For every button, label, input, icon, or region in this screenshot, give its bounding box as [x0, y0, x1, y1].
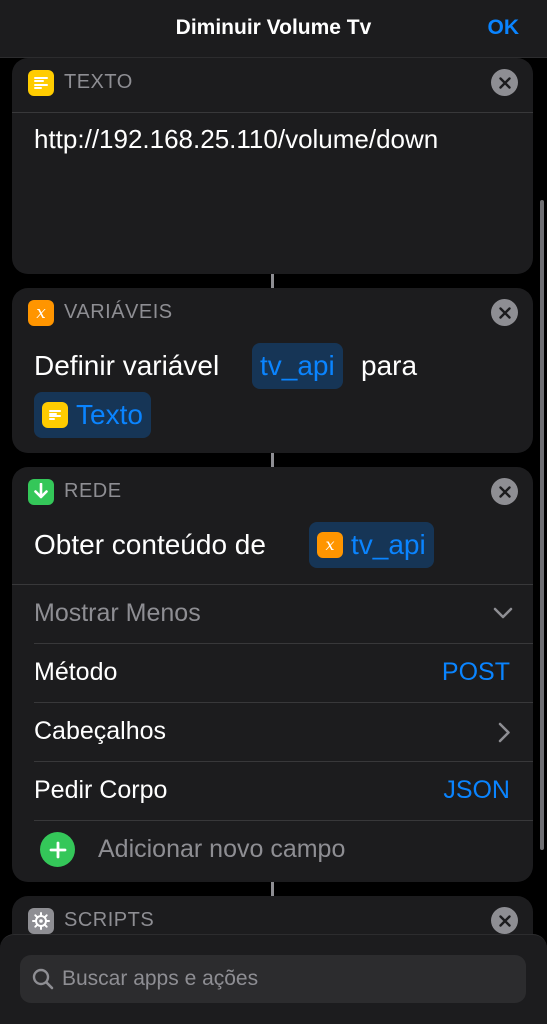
add-field-label: Adicionar novo campo — [98, 835, 346, 863]
shortcut-title[interactable]: Diminuir Volume Tv — [0, 16, 547, 40]
close-icon — [498, 914, 511, 927]
method-label: Método — [34, 658, 118, 686]
action-search-sheet — [0, 934, 547, 1024]
variable-action-card[interactable]: x VARIÁVEIS Definir variável tv_api para… — [12, 288, 533, 453]
show-less-row[interactable]: Mostrar Menos — [12, 585, 533, 643]
headers-row[interactable]: Cabeçalhos — [12, 703, 533, 761]
close-icon — [498, 76, 511, 89]
chevron-down-icon — [493, 607, 513, 619]
text-lines-icon — [28, 70, 54, 96]
search-field[interactable] — [20, 955, 526, 1003]
category-label: VARIÁVEIS — [64, 301, 173, 323]
variable-x-icon: x — [317, 532, 343, 558]
remove-action-button[interactable] — [491, 299, 518, 326]
add-field-row[interactable]: Adicionar novo campo — [12, 821, 533, 879]
request-body-row[interactable]: Pedir Corpo JSON — [12, 762, 533, 820]
text-action-card[interactable]: TEXTO http://192.168.25.110/volume/down — [12, 58, 533, 274]
text-magic-variable-token[interactable]: Texto — [34, 392, 151, 438]
action-connector — [271, 453, 274, 467]
token-label: Texto — [76, 399, 143, 430]
method-row[interactable]: Método POST — [12, 644, 533, 702]
gear-icon — [28, 908, 54, 934]
remove-action-button[interactable] — [491, 907, 518, 934]
add-field-button[interactable] — [40, 832, 75, 867]
for-label: para — [361, 350, 418, 381]
close-icon — [498, 485, 511, 498]
navigation-bar: Diminuir Volume Tv OK — [0, 0, 547, 58]
chevron-right-icon — [498, 722, 510, 743]
divider — [12, 112, 533, 113]
variable-x-icon: x — [28, 300, 54, 326]
request-body-label: Pedir Corpo — [34, 776, 168, 804]
variable-name-token[interactable]: tv_api — [252, 343, 343, 389]
action-list[interactable]: TEXTO http://192.168.25.110/volume/down … — [0, 58, 547, 934]
headers-label: Cabeçalhos — [34, 717, 167, 745]
variable-name: tv_api — [260, 350, 335, 381]
remove-action-button[interactable] — [491, 478, 518, 505]
variable-token[interactable]: x tv_api — [309, 522, 434, 568]
method-value[interactable]: POST — [442, 658, 510, 687]
search-input[interactable] — [62, 955, 512, 1003]
network-action-card[interactable]: REDE Obter conteúdo de x tv_api Mostrar … — [12, 467, 533, 882]
token-label: tv_api — [351, 529, 426, 560]
request-body-value[interactable]: JSON — [443, 776, 510, 805]
network-action-header: REDE — [12, 467, 533, 517]
plus-icon — [49, 841, 66, 858]
action-connector — [271, 882, 274, 896]
action-connector — [271, 274, 274, 288]
search-icon — [32, 968, 54, 990]
text-lines-icon — [42, 402, 68, 428]
download-arrow-icon — [28, 479, 54, 505]
scripts-action-card[interactable]: SCRIPTS — [12, 896, 533, 934]
show-less-label: Mostrar Menos — [34, 599, 201, 627]
category-label: SCRIPTS — [64, 909, 155, 931]
remove-action-button[interactable] — [491, 69, 518, 96]
scripts-action-header: SCRIPTS — [12, 896, 533, 934]
close-icon — [498, 306, 511, 319]
category-label: TEXTO — [64, 71, 133, 93]
text-action-header: TEXTO — [12, 58, 533, 108]
text-content-field[interactable]: http://192.168.25.110/volume/down — [34, 124, 438, 155]
ok-button[interactable]: OK — [488, 16, 520, 40]
scrollbar[interactable] — [540, 200, 544, 850]
variable-action-header: x VARIÁVEIS — [12, 288, 533, 338]
get-contents-label: Obter conteúdo de — [34, 529, 266, 560]
set-variable-label: Definir variável — [34, 350, 220, 381]
category-label: REDE — [64, 480, 122, 502]
